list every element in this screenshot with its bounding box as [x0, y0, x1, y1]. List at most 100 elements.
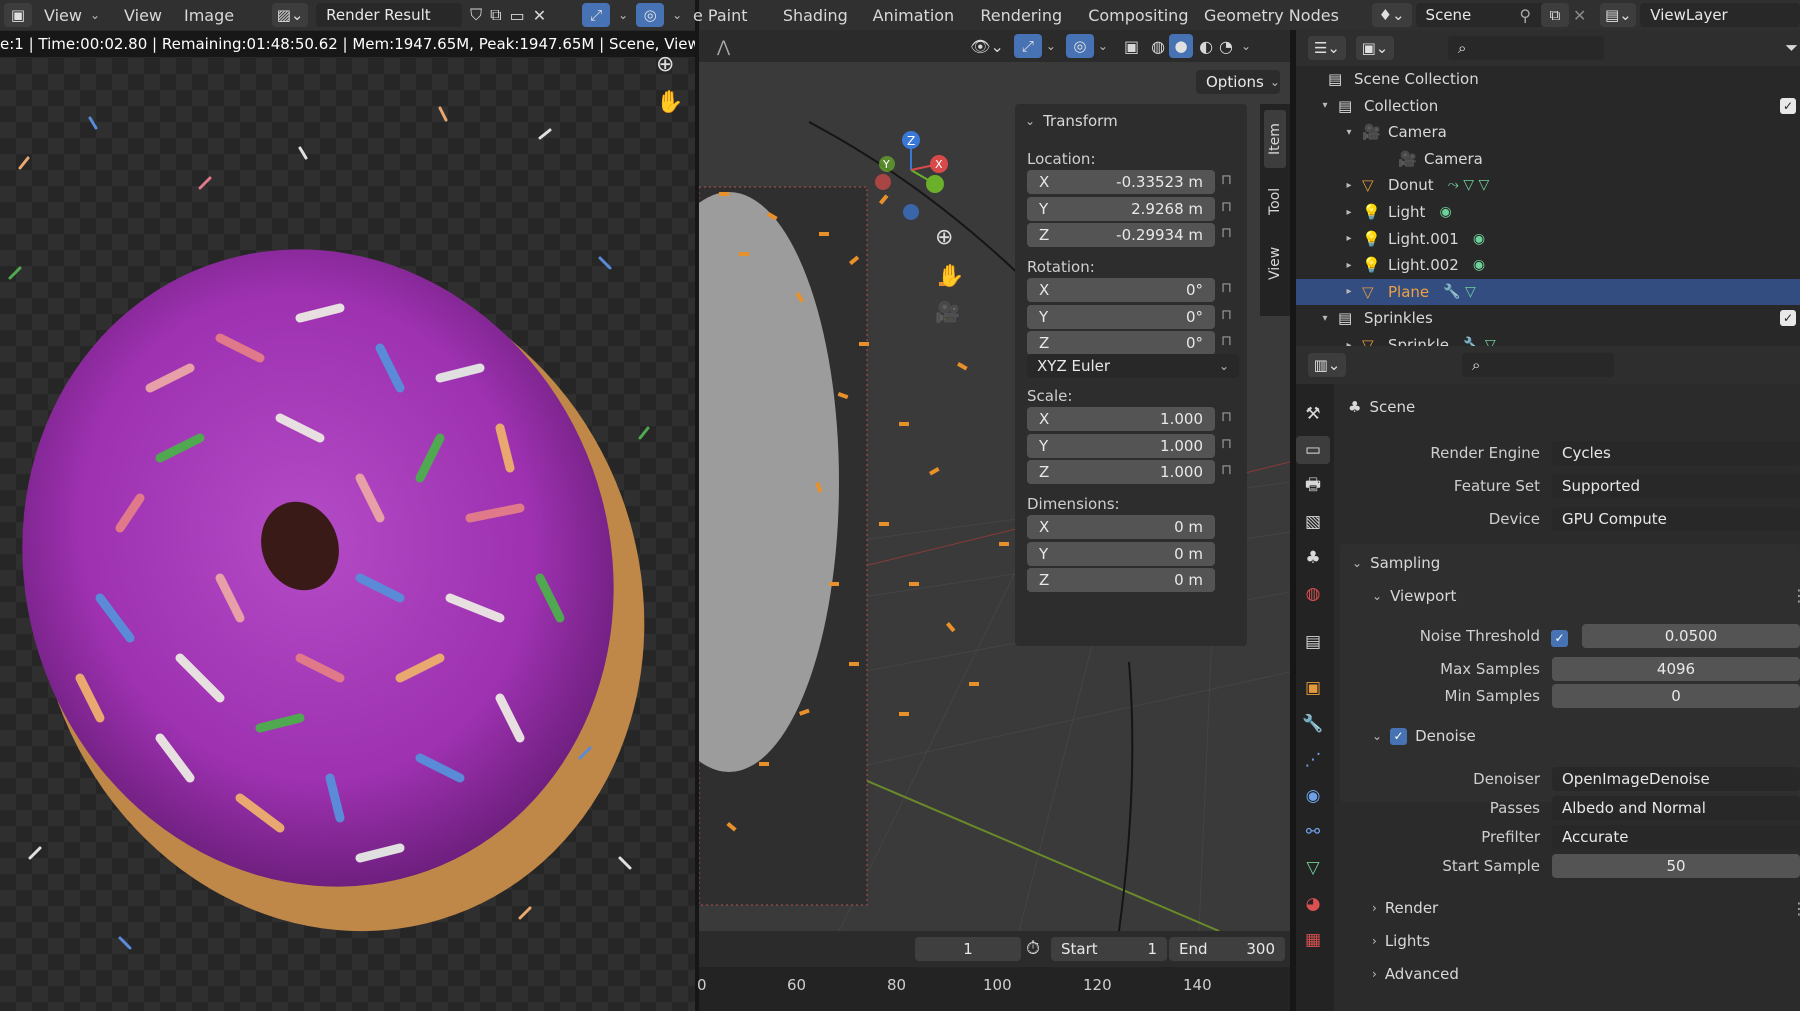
xray-icon[interactable]: ▣ — [1124, 37, 1139, 56]
output-tab-icon[interactable]: 🖶 — [1296, 472, 1330, 500]
tab-item[interactable]: Item — [1264, 110, 1286, 168]
location-field[interactable]: Z -0.29934 m — [1027, 223, 1215, 247]
end-frame-field[interactable]: End 300 — [1169, 937, 1285, 961]
menu-view[interactable]: View — [124, 6, 162, 25]
noise-threshold-field[interactable]: 0.0500 — [1582, 624, 1800, 648]
drag-handle-icon[interactable]: ⋮ — [1791, 899, 1800, 918]
current-frame-field[interactable]: 1 — [915, 937, 1021, 961]
workspace-tab[interactable]: Animation — [873, 6, 981, 25]
pan-hand-icon[interactable]: ✋ — [656, 90, 683, 115]
tool-tab-icon[interactable]: ⚒ — [1296, 400, 1330, 428]
viewlayer-browse-icon[interactable]: ▤⌄ — [1600, 3, 1637, 27]
viewport-subheader[interactable]: ⌄ Viewport — [1372, 587, 1456, 605]
feature-set-dropdown[interactable]: Supported — [1552, 474, 1800, 498]
properties-search[interactable]: ⌕ — [1462, 353, 1614, 377]
data-tab-icon[interactable]: ▽ — [1296, 854, 1330, 882]
display-mode-icon[interactable]: ☰⌄ — [1308, 36, 1346, 60]
prefilter-dropdown[interactable]: Accurate — [1552, 825, 1800, 849]
tab-view[interactable]: View — [1264, 234, 1286, 292]
lock-icon[interactable]: ⊓ — [1221, 172, 1232, 188]
editor-type-icon[interactable]: ▣ — [4, 3, 32, 27]
expand-toggle-icon[interactable]: ▾ — [1318, 313, 1332, 324]
solid-shading-icon[interactable]: ● — [1169, 34, 1194, 58]
passes-dropdown[interactable]: Albedo and Normal — [1552, 796, 1800, 820]
image-name-field[interactable]: Render Result — [316, 3, 463, 27]
expand-toggle-icon[interactable]: ▾ — [1342, 127, 1356, 138]
editor-type-icon[interactable]: ▥⌄ — [1308, 353, 1346, 377]
expand-toggle-icon[interactable]: ▸ — [1342, 260, 1356, 271]
workspace-tab[interactable]: Shading — [783, 6, 873, 25]
material-tab-icon[interactable]: ◕ — [1296, 890, 1330, 918]
navigation-gizmo[interactable]: Z X Y — [869, 126, 953, 226]
denoiser-dropdown[interactable]: OpenImageDenoise — [1552, 767, 1800, 791]
workspace-tab[interactable]: Compositing — [1088, 6, 1204, 25]
view-layer-tab-icon[interactable]: ▧ — [1296, 508, 1330, 536]
camera-view-icon[interactable]: 🎥 — [935, 300, 960, 324]
render-tab-icon[interactable]: ▭ — [1296, 436, 1330, 464]
denoise-subheader[interactable]: ⌄ ✓ Denoise — [1372, 727, 1476, 745]
expand-toggle-icon[interactable]: ▸ — [1342, 207, 1356, 218]
viewlayer-name-field[interactable]: ViewLayer — [1640, 3, 1800, 27]
gizmo-toggle-icon[interactable]: ⤢ — [1013, 34, 1042, 58]
workspace-tab[interactable]: Geometry Nodes — [1204, 6, 1350, 25]
outliner-search[interactable]: ⌕ — [1448, 36, 1604, 60]
scene-browse-icon[interactable]: ♦⌄ — [1371, 3, 1412, 27]
max-samples-field[interactable]: 4096 — [1552, 657, 1800, 681]
start-frame-field[interactable]: Start 1 — [1051, 937, 1167, 961]
material-shading-icon[interactable]: ◐ — [1199, 37, 1213, 56]
filter-icon[interactable]: ⏷ — [1785, 38, 1798, 58]
modifier-tab-icon[interactable]: 🔧 — [1296, 710, 1330, 738]
rotation-mode-dropdown[interactable]: XYZ Euler ⌄ — [1027, 354, 1239, 378]
overlay-toggle-icon[interactable]: ◎ — [636, 3, 665, 27]
expand-toggle-icon[interactable]: ▸ — [1342, 286, 1356, 297]
transform-header[interactable]: ⌄ Transform — [1025, 112, 1118, 130]
particles-tab-icon[interactable]: ⋰ — [1296, 746, 1330, 774]
scale-field[interactable]: Y 1.000 — [1027, 433, 1215, 458]
outliner-item[interactable]: ▾ ▤ Sprinkles ✓ — [1296, 305, 1800, 331]
outliner-item[interactable]: ▸ 💡 Light.002 ◉ — [1296, 252, 1800, 278]
rotation-field[interactable]: X 0° — [1027, 278, 1215, 302]
workspace-tab[interactable]: e Paint — [693, 6, 781, 25]
device-dropdown[interactable]: GPU Compute — [1552, 507, 1800, 531]
stopwatch-icon[interactable]: ⏱ — [1026, 938, 1040, 959]
constraints-tab-icon[interactable]: ⚯ — [1296, 818, 1330, 846]
location-field[interactable]: X -0.33523 m — [1027, 170, 1215, 194]
render-engine-dropdown[interactable]: Cycles — [1552, 441, 1800, 465]
filter-view-icon[interactable]: ▣⌄ — [1356, 36, 1394, 60]
dimensions-field[interactable]: Y 0 m — [1027, 541, 1215, 566]
outliner-item[interactable]: ▾ 🎥 Camera — [1296, 119, 1800, 145]
scene-tab-icon[interactable]: ♣ — [1296, 544, 1330, 572]
expand-toggle-icon[interactable]: ▸ — [1342, 180, 1356, 191]
workspace-tab[interactable]: Rendering — [980, 6, 1088, 25]
dimensions-field[interactable]: X 0 m — [1027, 515, 1215, 539]
dimensions-field[interactable]: Z 0 m — [1027, 568, 1215, 592]
world-tab-icon[interactable]: ◍ — [1296, 580, 1330, 608]
outliner-item[interactable]: 🎥 Camera — [1296, 146, 1800, 172]
location-field[interactable]: Y 2.9268 m — [1027, 196, 1215, 221]
outliner-item[interactable]: ▸ 💡 Light.001 ◉ — [1296, 226, 1800, 252]
fake-user-icon[interactable]: ⛉ — [470, 5, 482, 25]
rotation-field[interactable]: Z 0° — [1027, 331, 1215, 355]
exclude-checkbox[interactable]: ✓ — [1780, 97, 1796, 114]
object-tab-icon[interactable]: ▣ — [1296, 674, 1330, 702]
advanced-subheader[interactable]: › Advanced — [1372, 965, 1459, 983]
outliner-item[interactable]: ▤ Scene Collection — [1296, 66, 1800, 92]
gizmo-toggle-icon[interactable]: ⤢ — [582, 3, 611, 27]
start-sample-field[interactable]: 50 — [1552, 854, 1800, 878]
exclude-checkbox[interactable]: ✓ — [1780, 310, 1796, 327]
3d-viewport[interactable]: ⋀ 👁⌄ ⤢ ⌄ ◎ ⌄ ▣ ◍ ● ◐ ◔ ⌄ Options ⌄ Z X Y… — [699, 30, 1290, 931]
lock-icon[interactable]: ⊓ — [1221, 409, 1232, 425]
lock-icon[interactable]: ⊓ — [1221, 436, 1232, 452]
lock-icon[interactable]: ⊓ — [1221, 333, 1232, 349]
scale-field[interactable]: Z 1.000 — [1027, 460, 1215, 484]
zoom-icon[interactable]: ⊕ — [935, 225, 953, 250]
render-subheader[interactable]: › Render — [1372, 899, 1438, 917]
new-scene-icon[interactable]: ⧉ — [1541, 3, 1569, 27]
outliner-item[interactable]: ▸ ▽ Donut ⤳ ▽ ▽ — [1296, 172, 1800, 198]
overlay-toggle-icon[interactable]: ◎ — [1065, 34, 1094, 58]
close-icon[interactable]: ✕ — [533, 6, 546, 25]
curve-icon[interactable]: ⋀ — [717, 37, 730, 56]
render-canvas[interactable] — [0, 58, 695, 1011]
delete-scene-icon[interactable]: ✕ — [1573, 6, 1586, 25]
pin-icon[interactable]: ⚲ — [1519, 6, 1531, 25]
